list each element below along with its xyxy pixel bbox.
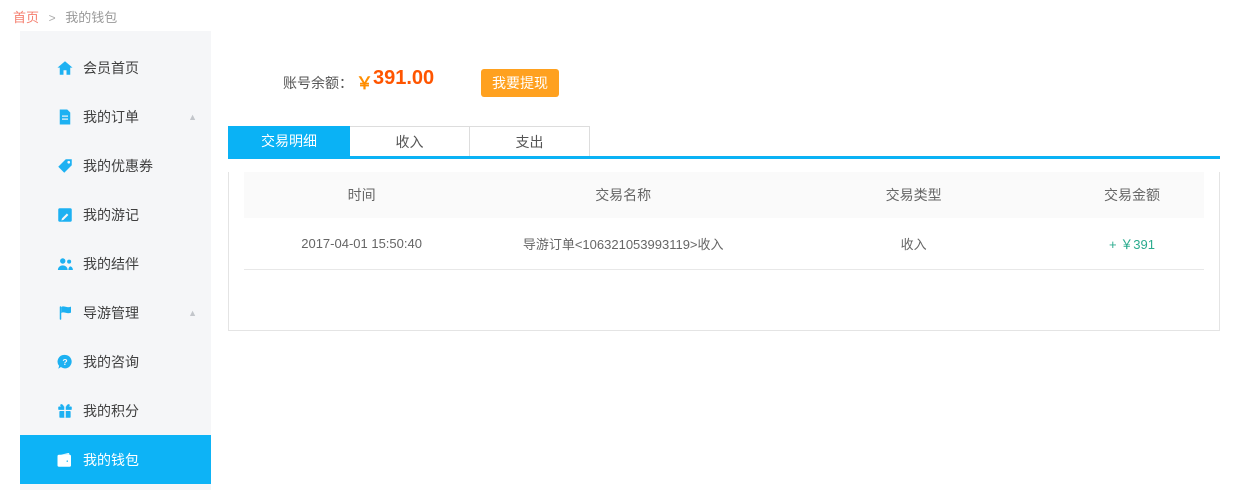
sidebar-item-my-points[interactable]: 我的积分: [20, 386, 211, 435]
header-transaction-amount: 交易金额: [1060, 185, 1204, 205]
sidebar-item-label: 我的订单: [83, 107, 139, 127]
balance-amount: 391.00: [373, 67, 434, 90]
travel-note-icon: [55, 205, 75, 225]
sidebar-item-label: 我的钱包: [83, 450, 139, 470]
wallet-icon: [55, 450, 75, 470]
collapse-arrow-icon[interactable]: ▲: [188, 308, 197, 318]
header-transaction-type: 交易类型: [767, 185, 1060, 205]
coupon-icon: [55, 156, 75, 176]
sidebar-item-my-coupons[interactable]: 我的优惠券: [20, 141, 211, 190]
flag-icon: [55, 303, 75, 323]
header-transaction-name: 交易名称: [479, 185, 767, 205]
sidebar-item-label: 我的游记: [83, 205, 139, 225]
order-icon: [55, 107, 75, 127]
sidebar-item-my-orders[interactable]: 我的订单 ▲: [20, 92, 211, 141]
sidebar-item-label: 我的积分: [83, 401, 139, 421]
sidebar-item-label: 会员首页: [83, 58, 139, 78]
tab-transaction-detail[interactable]: 交易明细: [228, 126, 350, 156]
balance-row: 账号余额： ￥ 391.00 我要提现: [228, 30, 1220, 96]
sidebar-item-label: 我的咨询: [83, 352, 139, 372]
table-row: 2017-04-01 15:50:40 导游订单<106321053993119…: [244, 218, 1204, 270]
withdraw-button[interactable]: 我要提现: [481, 69, 559, 97]
collapse-arrow-icon[interactable]: ▲: [188, 112, 197, 122]
tab-income[interactable]: 收入: [350, 126, 470, 156]
transaction-panel: 时间 交易名称 交易类型 交易金额 2017-04-01 15:50:40 导游…: [228, 172, 1220, 331]
sidebar-item-label: 我的优惠券: [83, 156, 153, 176]
table-header-row: 时间 交易名称 交易类型 交易金额: [244, 172, 1204, 218]
home-icon: [55, 58, 75, 78]
header-time: 时间: [244, 185, 479, 205]
sidebar-item-member-home[interactable]: 会员首页: [20, 43, 211, 92]
breadcrumb-home-link[interactable]: 首页: [13, 10, 39, 25]
main-content: 账号余额： ￥ 391.00 我要提现 交易明细 收入 支出 时间 交易名称 交…: [228, 30, 1220, 331]
sidebar-item-label: 我的结伴: [83, 254, 139, 274]
sidebar-item-my-wallet[interactable]: 我的钱包: [20, 435, 211, 484]
breadcrumb-current: 我的钱包: [65, 10, 117, 25]
sidebar-item-my-travel-notes[interactable]: 我的游记: [20, 190, 211, 239]
cell-transaction-amount: + ￥391: [1060, 234, 1204, 253]
companions-icon: [55, 254, 75, 274]
svg-text:?: ?: [62, 357, 67, 367]
transaction-tabs: 交易明细 收入 支出: [228, 126, 1220, 156]
cell-transaction-name: 导游订单<106321053993119>收入: [479, 234, 767, 253]
balance-label: 账号余额：: [283, 73, 353, 93]
tab-underline: [228, 156, 1220, 159]
breadcrumb: 首页 > 我的钱包: [13, 7, 117, 26]
currency-symbol: ￥: [356, 69, 373, 94]
question-icon: ?: [55, 352, 75, 372]
gift-icon: [55, 401, 75, 421]
cell-transaction-type: 收入: [767, 234, 1060, 253]
sidebar-item-my-companions[interactable]: 我的结伴: [20, 239, 211, 288]
sidebar-item-guide-management[interactable]: 导游管理 ▲: [20, 288, 211, 337]
sidebar-item-label: 导游管理: [83, 303, 139, 323]
wallet-page: 首页 > 我的钱包 会员首页 我的订单 ▲ 我的优惠券: [0, 0, 1247, 490]
tab-expense[interactable]: 支出: [470, 126, 590, 156]
sidebar-item-my-consultations[interactable]: ? 我的咨询: [20, 337, 211, 386]
breadcrumb-separator: >: [49, 11, 56, 25]
cell-time: 2017-04-01 15:50:40: [244, 236, 479, 251]
sidebar: 会员首页 我的订单 ▲ 我的优惠券 我的游记 我的结伴: [20, 31, 211, 490]
